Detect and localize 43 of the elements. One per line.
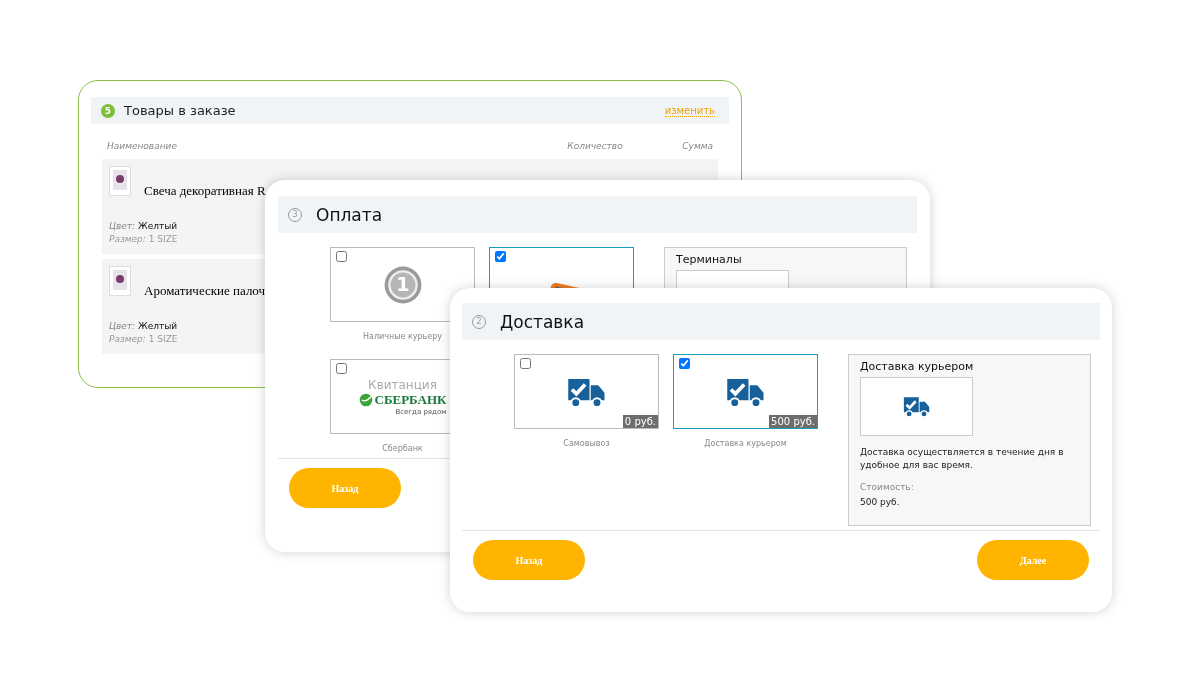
section-title: Товары в заказе <box>124 103 237 118</box>
section-title: Оплата <box>316 204 383 225</box>
column-header: Количество <box>567 141 624 151</box>
back-button[interactable]: Назад <box>289 468 401 508</box>
bank-logo-icon <box>358 392 373 407</box>
step-badge: 5 <box>101 103 115 118</box>
cost-value: 500 руб. <box>860 497 901 507</box>
product-thumbnail <box>109 266 131 296</box>
product-name: Свеча декоративная R <box>144 183 266 199</box>
column-header: Сумма <box>682 141 713 151</box>
option-label: Самовывоз <box>563 439 610 448</box>
bank-name: СБЕРБАНК <box>374 391 447 408</box>
truck-icon <box>902 395 931 418</box>
price-tag: 500 руб. <box>769 415 817 428</box>
product-name: Ароматические палоч <box>144 283 266 299</box>
receipt-caption: Квитанция <box>368 377 437 392</box>
section-title: Доставка <box>500 311 585 332</box>
delivery-description: Доставка осуществляется в течение дня в удобное для вас время. <box>860 446 1065 472</box>
panel-title: Терминалы <box>676 253 743 266</box>
checkbox[interactable] <box>336 363 347 374</box>
checkbox[interactable] <box>336 251 347 262</box>
payment-option[interactable]: 1 <box>330 247 475 322</box>
checkbox[interactable] <box>679 358 690 369</box>
option-label: Наличные курьеру <box>362 332 443 341</box>
option-label: Сбербанк <box>382 444 423 453</box>
panel-title: Доставка курьером <box>860 360 975 373</box>
price-tag: 0 руб. <box>622 415 658 428</box>
product-size: Размер: 1 SIZE <box>109 234 178 246</box>
product-thumbnail <box>109 166 131 196</box>
column-header: Наименование <box>107 141 178 151</box>
product-color: Цвет: Желтый <box>109 221 178 233</box>
next-button[interactable]: Далее <box>977 540 1089 580</box>
product-color: Цвет: Желтый <box>109 321 178 333</box>
checkbox[interactable] <box>520 358 531 369</box>
back-button[interactable]: Назад <box>473 540 585 580</box>
checkbox[interactable] <box>495 251 506 262</box>
cost-label: Стоимость: <box>860 482 915 492</box>
delivery-option[interactable]: 0 руб. <box>514 354 659 429</box>
coin-icon: 1 <box>382 264 423 305</box>
product-size: Размер: 1 SIZE <box>109 334 178 346</box>
delivery-option[interactable]: 500 руб. <box>673 354 818 429</box>
edit-link[interactable]: изменить <box>664 104 715 117</box>
option-label: Доставка курьером <box>704 439 787 448</box>
